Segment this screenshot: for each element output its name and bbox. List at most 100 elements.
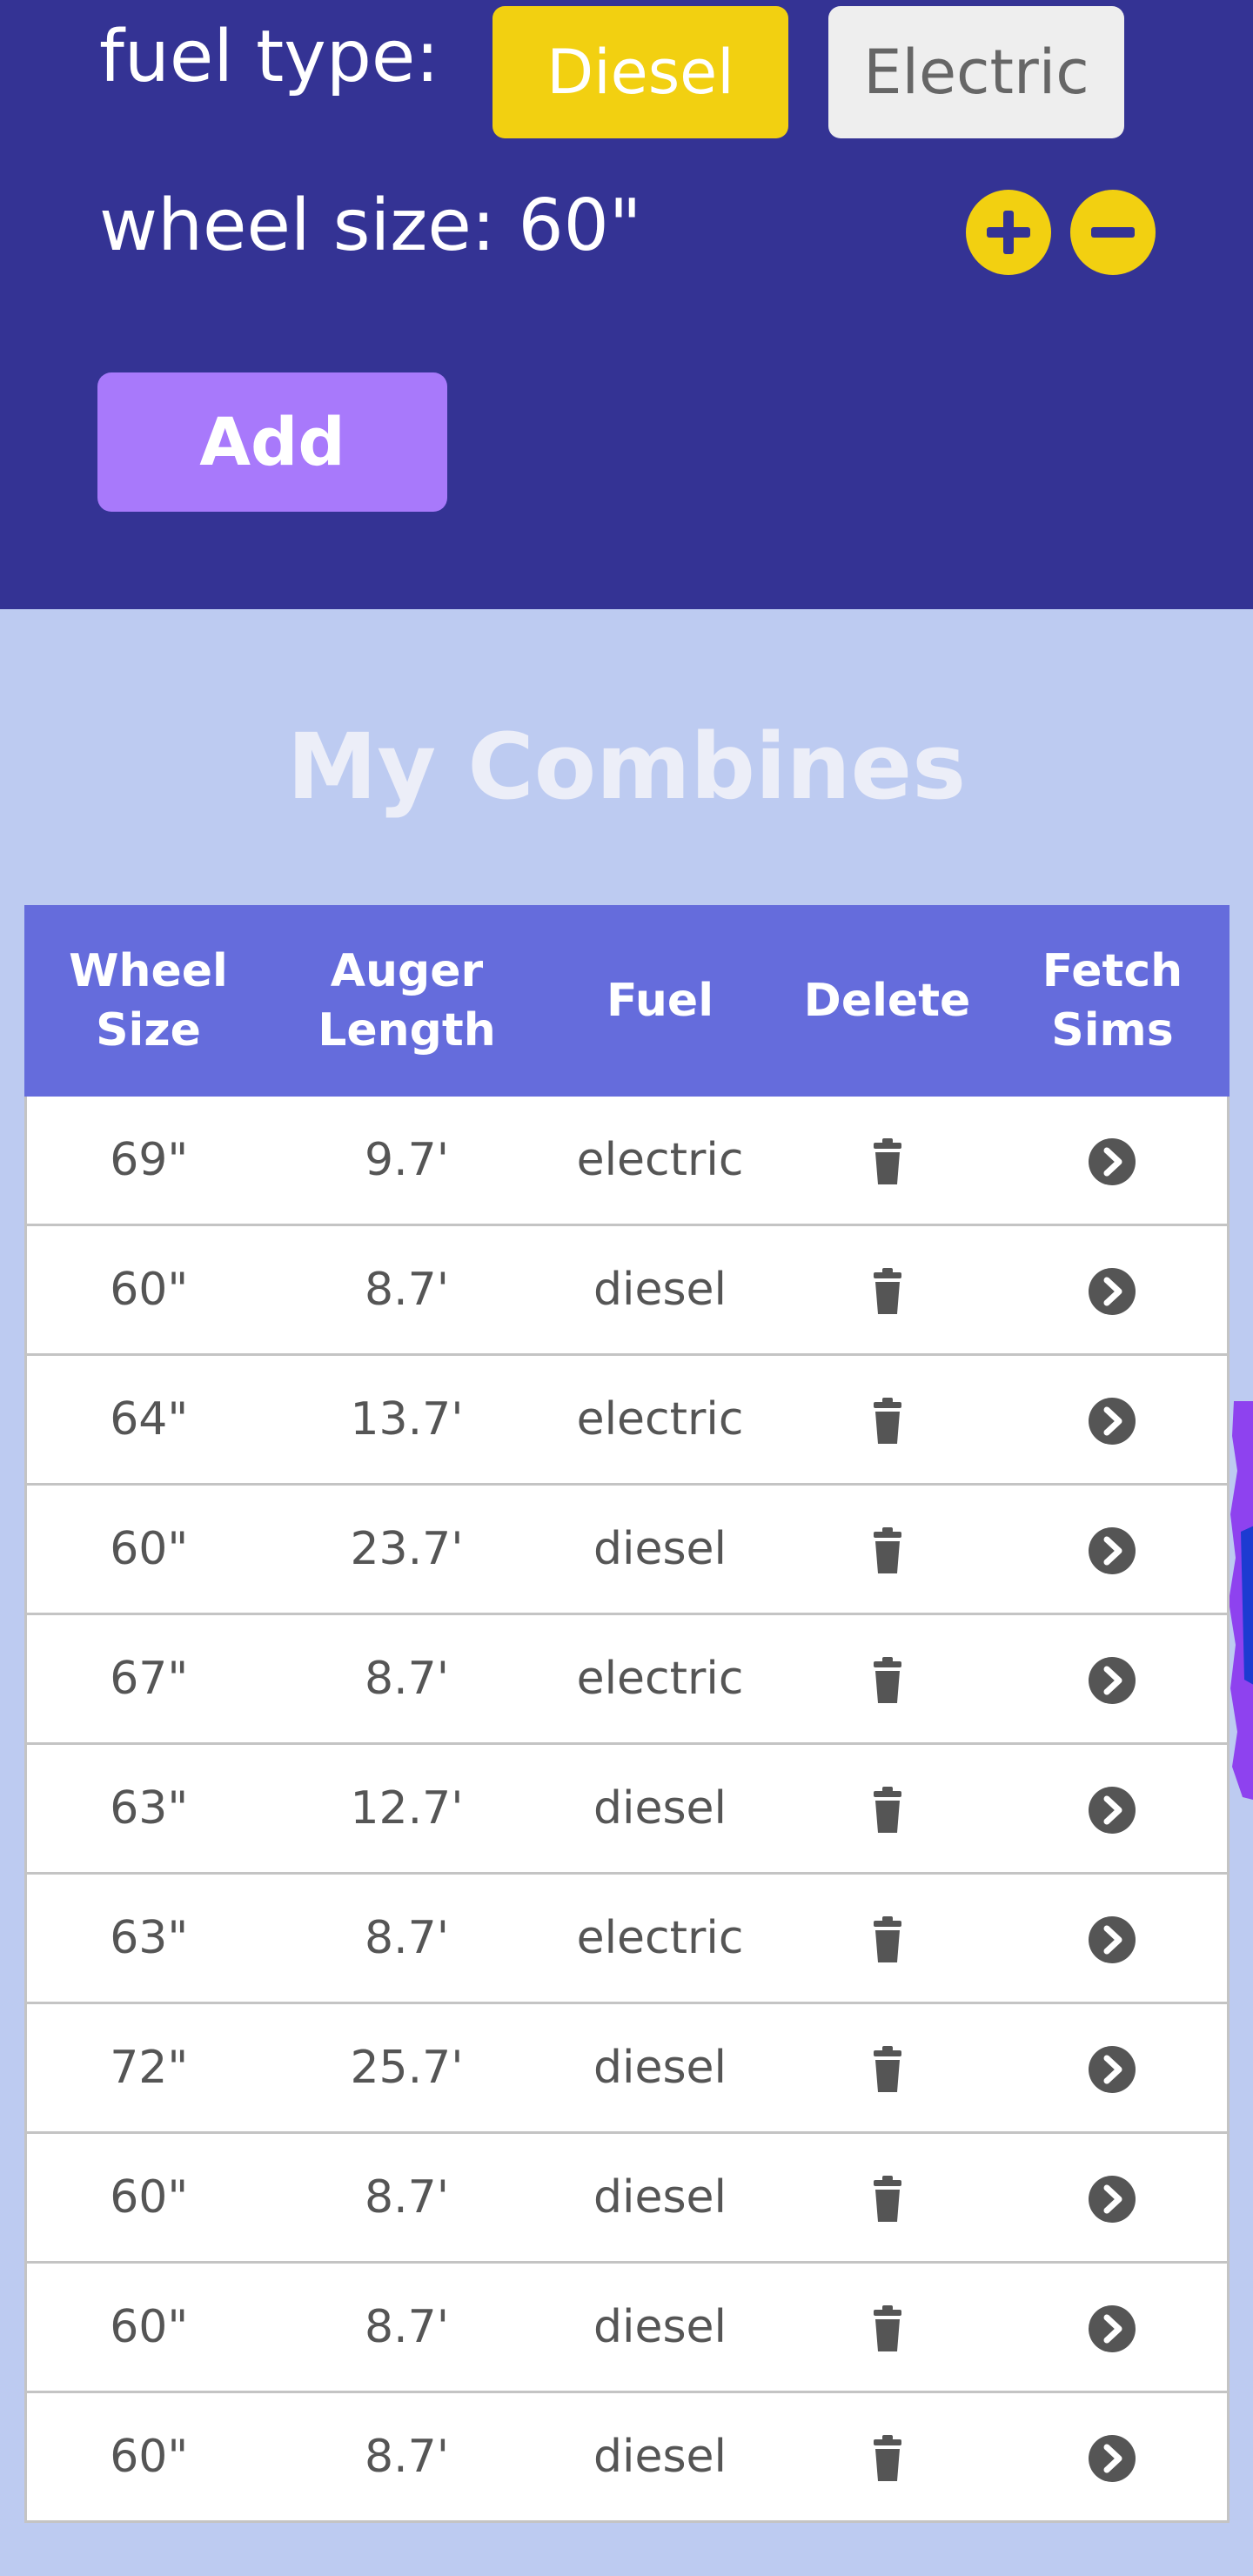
fuel-cell: electric <box>542 1613 778 1745</box>
delete-cell <box>777 1224 997 1356</box>
fetch-sims-cell <box>996 1224 1230 1356</box>
chevron-circle-right-icon[interactable] <box>1086 1265 1138 1318</box>
chevron-circle-right-icon[interactable] <box>1086 2432 1138 2485</box>
auger-length-cell: 8.7' <box>271 2261 543 2393</box>
trash-icon[interactable] <box>861 2043 914 2096</box>
table-row: 63" 12.7' diesel <box>24 1742 1230 1875</box>
chevron-circle-right-icon[interactable] <box>1086 1136 1138 1188</box>
trash-icon[interactable] <box>861 1654 914 1707</box>
wheel-size-label: wheel size: 60" <box>99 184 642 267</box>
trash-icon[interactable] <box>861 1784 914 1836</box>
fuel-cell: electric <box>542 1872 778 2004</box>
table-row: 64" 13.7' electric <box>24 1353 1230 1486</box>
fetch-sims-cell <box>996 1742 1230 1875</box>
trash-icon[interactable] <box>861 2173 914 2225</box>
chevron-circle-right-icon[interactable] <box>1086 2043 1138 2096</box>
table-row: 69" 9.7' electric <box>24 1094 1230 1226</box>
table-row: 63" 8.7' electric <box>24 1872 1230 2004</box>
delete-cell <box>777 1353 997 1486</box>
wheel-size-cell: 72" <box>24 2002 271 2134</box>
auger-length-cell: 8.7' <box>271 2391 543 2523</box>
fuel-cell: electric <box>542 1094 778 1226</box>
auger-length-cell: 8.7' <box>271 1613 543 1745</box>
chevron-circle-right-icon[interactable] <box>1086 1525 1138 1577</box>
fuel-cell: diesel <box>542 1224 778 1356</box>
decrease-wheel-size-button[interactable] <box>1070 190 1156 275</box>
auger-length-cell: 8.7' <box>271 2131 543 2264</box>
fetch-sims-cell <box>996 2131 1230 2264</box>
trash-icon[interactable] <box>861 1914 914 1966</box>
wheel-size-cell: 63" <box>24 1872 271 2004</box>
auger-length-cell: 23.7' <box>271 1483 543 1615</box>
fuel-cell: diesel <box>542 1483 778 1615</box>
wheel-size-cell: 69" <box>24 1094 271 1226</box>
fuel-cell: diesel <box>542 2261 778 2393</box>
column-header-wheel-size: Wheel Size <box>24 905 272 1097</box>
fetch-sims-cell <box>996 1613 1230 1745</box>
table-row: 60" 8.7' diesel <box>24 2131 1230 2264</box>
trash-icon[interactable] <box>861 1136 914 1188</box>
fuel-cell: electric <box>542 1353 778 1486</box>
chevron-circle-right-icon[interactable] <box>1086 1395 1138 1447</box>
table-header: Wheel Size Auger Length Fuel Delete Fetch S… <box>24 905 1230 1097</box>
delete-cell <box>777 2391 997 2523</box>
delete-cell <box>777 2261 997 2393</box>
wheel-size-cell: 60" <box>24 2131 271 2264</box>
fetch-sims-cell <box>996 2261 1230 2393</box>
chevron-circle-right-icon[interactable] <box>1086 1654 1138 1707</box>
wheel-size-cell: 63" <box>24 1742 271 1875</box>
column-header-fetch-sims: Fetch Sims <box>995 905 1230 1097</box>
trash-icon[interactable] <box>861 2303 914 2355</box>
auger-length-cell: 12.7' <box>271 1742 543 1875</box>
wheel-size-cell: 60" <box>24 1483 271 1615</box>
fetch-sims-cell <box>996 2391 1230 2523</box>
column-header-auger-length: Auger Length <box>270 905 544 1097</box>
column-header-delete: Delete <box>776 905 998 1097</box>
trash-icon[interactable] <box>861 1395 914 1447</box>
fetch-sims-cell <box>996 1483 1230 1615</box>
fetch-sims-cell <box>996 1872 1230 2004</box>
auger-length-cell: 8.7' <box>271 1224 543 1356</box>
table-row: 60" 8.7' diesel <box>24 1224 1230 1356</box>
my-combines-title: My Combines <box>286 714 967 820</box>
auger-length-cell: 25.7' <box>271 2002 543 2134</box>
fuel-cell: diesel <box>542 2391 778 2523</box>
wheel-size-cell: 60" <box>24 2261 271 2393</box>
trash-icon[interactable] <box>861 1265 914 1318</box>
trash-icon[interactable] <box>861 1525 914 1577</box>
fuel-diesel-button[interactable]: Diesel <box>492 6 788 138</box>
add-combine-button[interactable]: Add <box>97 372 447 512</box>
wheel-size-cell: 64" <box>24 1353 271 1486</box>
delete-cell <box>777 1094 997 1226</box>
delete-cell <box>777 1613 997 1745</box>
delete-cell <box>777 1872 997 2004</box>
chevron-circle-right-icon[interactable] <box>1086 2303 1138 2355</box>
increase-wheel-size-button[interactable] <box>966 190 1051 275</box>
combine-form-panel: fuel type: Diesel Electric wheel size: 6… <box>0 0 1253 609</box>
table-row: 60" 8.7' diesel <box>24 2391 1230 2523</box>
chevron-circle-right-icon[interactable] <box>1086 2173 1138 2225</box>
wheel-size-cell: 67" <box>24 1613 271 1745</box>
table-body: 69" 9.7' electric 60" 8.7' diesel 64" 13.7' elec… <box>24 1094 1230 2523</box>
fuel-electric-button[interactable]: Electric <box>828 6 1124 138</box>
chevron-circle-right-icon[interactable] <box>1086 1914 1138 1966</box>
wheel-size-cell: 60" <box>24 2391 271 2523</box>
auger-length-cell: 8.7' <box>271 1872 543 2004</box>
delete-cell <box>777 1483 997 1615</box>
table-row: 60" 8.7' diesel <box>24 2261 1230 2393</box>
fuel-type-label: fuel type: <box>99 16 439 98</box>
delete-cell <box>777 2131 997 2264</box>
auger-length-cell: 13.7' <box>271 1353 543 1486</box>
delete-cell <box>777 2002 997 2134</box>
wheel-size-cell: 60" <box>24 1224 271 1356</box>
chevron-circle-right-icon[interactable] <box>1086 1784 1138 1836</box>
table-row: 72" 25.7' diesel <box>24 2002 1230 2134</box>
table-row: 67" 8.7' electric <box>24 1613 1230 1745</box>
fuel-cell: diesel <box>542 1742 778 1875</box>
table-row: 60" 23.7' diesel <box>24 1483 1230 1615</box>
fuel-cell: diesel <box>542 2131 778 2264</box>
fetch-sims-cell <box>996 1094 1230 1226</box>
trash-icon[interactable] <box>861 2432 914 2485</box>
fetch-sims-cell <box>996 1353 1230 1486</box>
combines-table: Wheel Size Auger Length Fuel Delete Fetch S… <box>24 905 1230 2523</box>
